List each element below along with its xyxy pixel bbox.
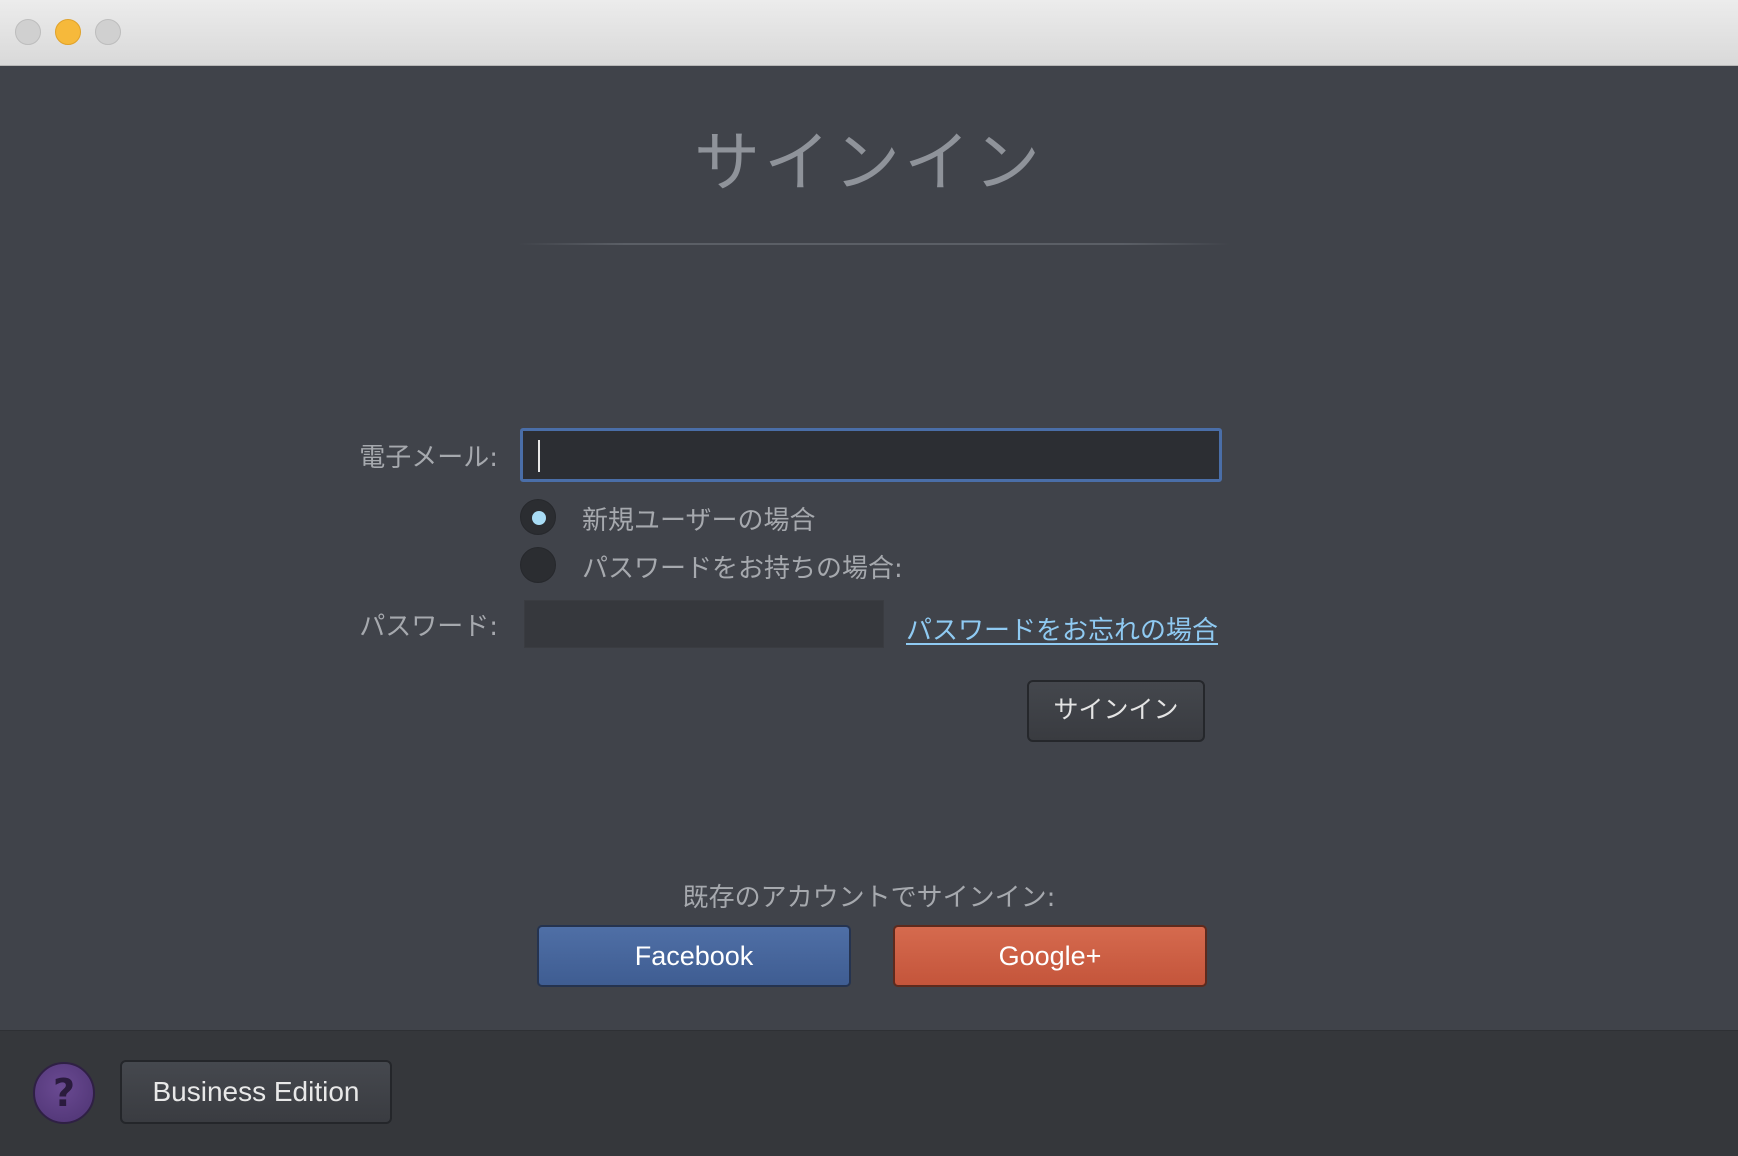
text-caret [538, 440, 540, 472]
existing-user-radio[interactable] [520, 547, 556, 583]
new-user-radio-label[interactable]: 新規ユーザーの場合 [582, 500, 815, 537]
forgot-password-link[interactable]: パスワードをお忘れの場合 [906, 610, 1218, 647]
facebook-signin-button[interactable]: Facebook [537, 925, 851, 987]
title-bar [0, 0, 1738, 66]
radio-selected-dot [532, 511, 546, 525]
zoom-window-button[interactable] [95, 19, 121, 45]
minimize-window-button[interactable] [55, 19, 81, 45]
business-edition-button[interactable]: Business Edition [120, 1060, 392, 1124]
header-divider [518, 243, 1230, 245]
email-input[interactable] [520, 428, 1222, 482]
close-window-button[interactable] [15, 19, 41, 45]
existing-user-radio-label[interactable]: パスワードをお持ちの場合: [582, 548, 903, 585]
signin-window: サインイン 電子メール: 新規ユーザーの場合 パスワードをお持ちの場合: パスワ… [0, 0, 1738, 1156]
password-label: パスワード: [359, 612, 498, 642]
help-icon[interactable]: ? [33, 1062, 95, 1124]
password-input[interactable] [524, 600, 884, 648]
page-title: サインイン [694, 124, 1044, 201]
email-label: 電子メール: [359, 443, 498, 473]
social-signin-label: 既存のアカウントでサインイン: [682, 883, 1056, 913]
signin-button[interactable]: サインイン [1027, 680, 1205, 742]
new-user-radio[interactable] [520, 499, 556, 535]
google-signin-button[interactable]: Google+ [893, 925, 1207, 987]
